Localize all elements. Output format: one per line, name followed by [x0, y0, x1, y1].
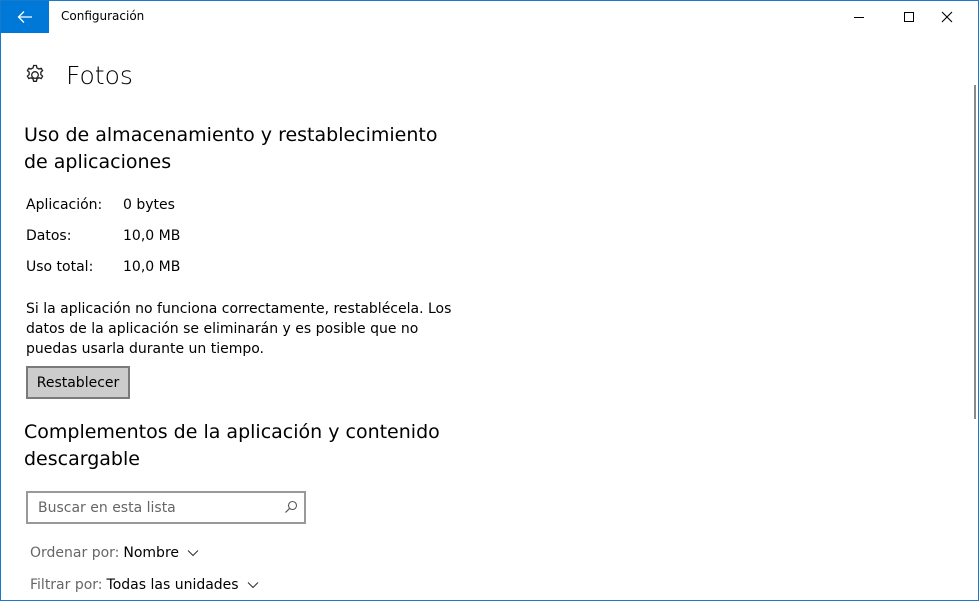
gear-icon	[26, 64, 44, 82]
app-size-label: Aplicación:	[26, 197, 103, 213]
maximize-icon	[904, 12, 914, 22]
reset-button[interactable]: Restablecer	[26, 366, 130, 399]
storage-section-title: Uso de almacenamiento y restablecimiento…	[24, 124, 438, 173]
page-title: Fotos	[66, 60, 133, 90]
filter-label: Filtrar por:	[30, 577, 103, 593]
settings-window: Configuración Fotos Uso de almacenamient…	[0, 0, 979, 601]
data-size-label: Datos:	[26, 228, 72, 244]
reset-description: Si la aplicación no funciona correctamen…	[26, 301, 452, 357]
total-size-value: 10,0 MB	[123, 259, 181, 275]
sort-dropdown[interactable]: Ordenar por: Nombre	[30, 545, 199, 561]
chevron-down-icon[interactable]	[247, 581, 259, 589]
back-button[interactable]	[1, 1, 49, 33]
search-input[interactable]	[28, 493, 278, 522]
minimize-icon	[854, 17, 864, 18]
addons-section-title: Complementos de la aplicación y contenid…	[24, 421, 440, 470]
close-button[interactable]	[922, 1, 972, 33]
search-box[interactable]	[26, 491, 306, 524]
total-size-label: Uso total:	[26, 259, 94, 275]
chevron-down-icon[interactable]	[187, 549, 199, 557]
app-size-value: 0 bytes	[123, 197, 175, 213]
minimize-button[interactable]	[836, 1, 882, 33]
window-title: Configuración	[61, 9, 145, 23]
data-size-value: 10,0 MB	[123, 228, 181, 244]
page-header: Fotos	[23, 57, 133, 93]
filter-dropdown[interactable]: Filtrar por: Todas las unidades	[30, 577, 259, 593]
back-arrow-icon	[17, 11, 32, 23]
search-icon[interactable]	[284, 500, 298, 514]
sort-value[interactable]: Nombre	[123, 545, 179, 561]
filter-value[interactable]: Todas las unidades	[107, 577, 239, 593]
title-bar: Configuración	[1, 1, 978, 33]
close-icon	[941, 11, 953, 23]
sort-label: Ordenar por:	[30, 545, 120, 561]
scrollbar[interactable]	[974, 85, 976, 419]
